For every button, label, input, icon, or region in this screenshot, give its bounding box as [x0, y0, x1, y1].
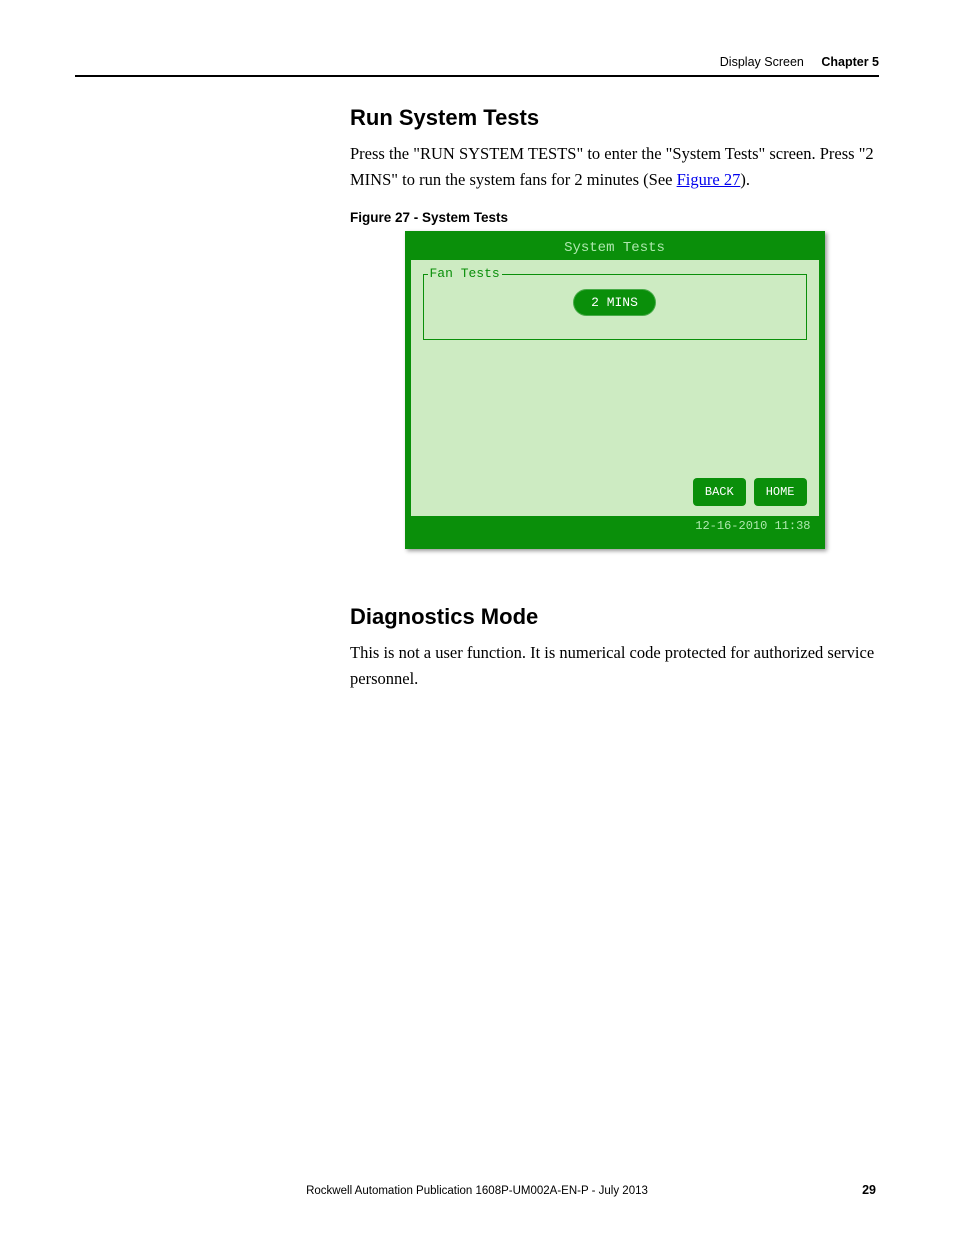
diagnostics-paragraph: This is not a user function. It is numer… — [350, 640, 879, 691]
para-text-b: ). — [740, 170, 750, 189]
heading-run-system-tests: Run System Tests — [350, 105, 879, 131]
running-header: Display Screen Chapter 5 — [75, 55, 879, 77]
fan-tests-group: Fan Tests 2 MINS — [423, 274, 807, 340]
header-section: Display Screen — [720, 55, 804, 69]
fan-tests-label: Fan Tests — [428, 266, 502, 281]
para-text-a: Press the "RUN SYSTEM TESTS" to enter th… — [350, 144, 874, 189]
screen-timestamp: 12-16-2010 11:38 — [411, 516, 819, 538]
screen-title: System Tests — [411, 237, 819, 260]
two-mins-button[interactable]: 2 MINS — [573, 289, 656, 316]
nav-button-row: BACK HOME — [693, 478, 807, 506]
content-column: Run System Tests Press the "RUN SYSTEM T… — [350, 105, 879, 691]
run-tests-paragraph: Press the "RUN SYSTEM TESTS" to enter th… — [350, 141, 879, 192]
header-chapter: Chapter 5 — [821, 55, 879, 69]
footer-publication: Rockwell Automation Publication 1608P-UM… — [0, 1185, 954, 1197]
figure-27-wrap: System Tests Fan Tests 2 MINS BACK HOME … — [350, 231, 879, 549]
back-button[interactable]: BACK — [693, 478, 746, 506]
home-button[interactable]: HOME — [754, 478, 807, 506]
screen-body: Fan Tests 2 MINS BACK HOME — [411, 260, 819, 516]
heading-diagnostics-mode: Diagnostics Mode — [350, 604, 879, 630]
figure-caption: Figure 27 - System Tests — [350, 210, 879, 225]
hmi-screen: System Tests Fan Tests 2 MINS BACK HOME … — [405, 231, 825, 549]
page: Display Screen Chapter 5 Run System Test… — [0, 0, 954, 1235]
figure-27-link[interactable]: Figure 27 — [677, 170, 741, 189]
page-number: 29 — [862, 1183, 876, 1197]
